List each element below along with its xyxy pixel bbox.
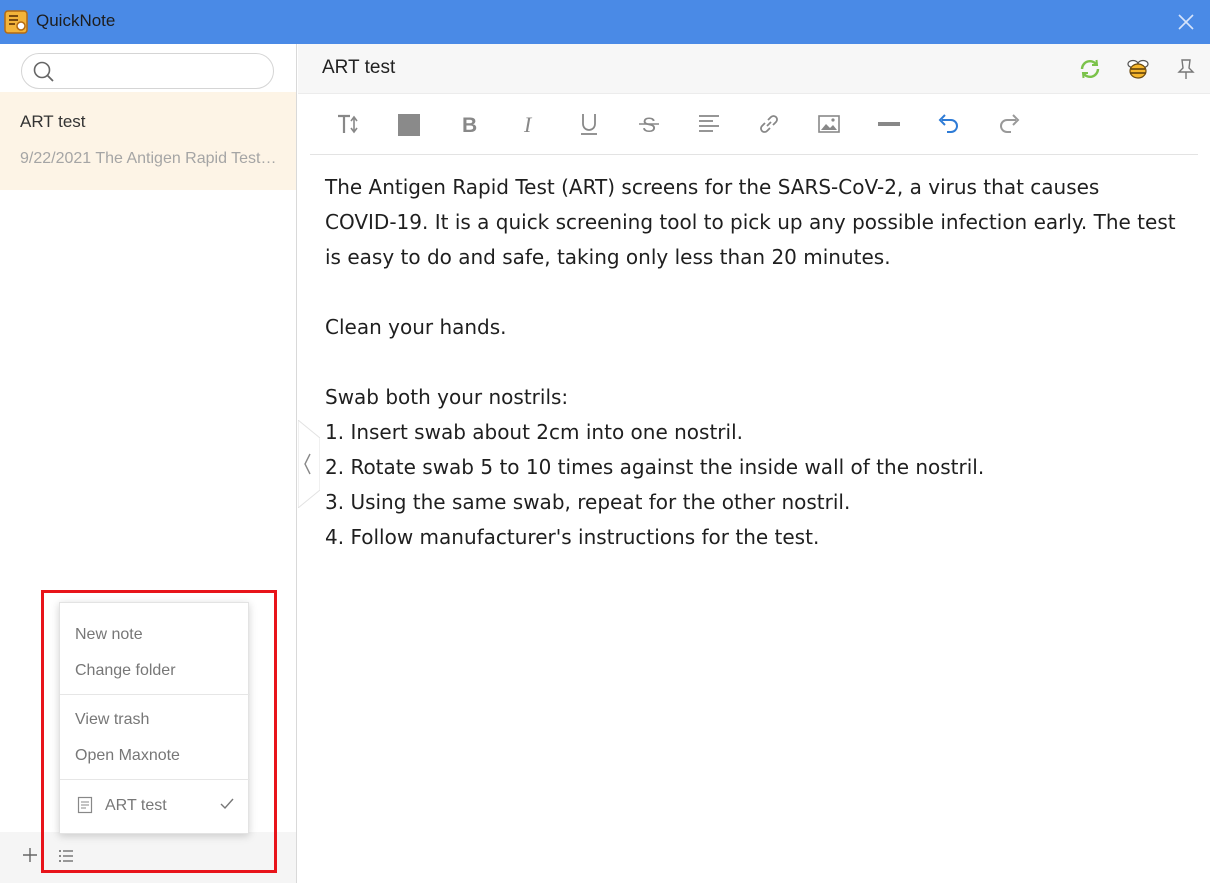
svg-text:I: I [523,112,533,137]
close-icon[interactable] [1176,12,1196,32]
bee-icon[interactable] [1125,56,1151,82]
search-icon [33,61,54,82]
format-toolbar: B I S [310,94,1198,155]
folder-label: ART test [105,797,167,814]
note-header: ART test [298,44,1210,94]
bold-icon[interactable]: B [455,110,483,138]
redo-icon[interactable] [995,110,1023,138]
menu-item-view-trash[interactable]: View trash [60,704,250,736]
menu-item-change-folder[interactable]: Change folder [60,655,250,687]
menu-item-open-maxnote[interactable]: Open Maxnote [60,740,250,772]
italic-icon[interactable]: I [515,110,543,138]
search-box[interactable] [21,53,274,89]
font-size-icon[interactable] [335,110,363,138]
app-title: QuickNote [36,11,116,30]
pin-icon[interactable] [1173,56,1199,82]
text-color-icon[interactable] [395,110,423,138]
svg-text:S: S [642,114,656,137]
editor-blank-line [325,345,1195,380]
menu-divider [60,779,250,780]
search-input[interactable] [62,58,262,84]
editor-line: 4. Follow manufacturer's instructions fo… [325,525,820,549]
list-item[interactable]: ART test 9/22/2021 The Antigen Rapid Tes… [0,92,296,190]
note-item-snippet: 9/22/2021 The Antigen Rapid Test (ART) s… [20,150,280,167]
context-menu: New note Change folder View trash Open M… [59,602,250,834]
editor-line: Clean your hands. [325,315,507,339]
undo-icon[interactable] [935,110,963,138]
page-title: ART test [322,57,396,78]
menu-list-icon[interactable] [57,847,75,865]
editor-line: 2. Rotate swab 5 to 10 times against the… [325,455,985,479]
note-icon [77,796,93,814]
check-icon [220,798,234,810]
collapse-panel-handle[interactable] [298,420,320,508]
menu-item-new-note[interactable]: New note [60,619,250,651]
strikethrough-icon[interactable]: S [635,110,663,138]
editor-line: Swab both your nostrils: [325,385,569,409]
editor-line: The Antigen Rapid Test (ART) screens for… [325,175,1100,199]
link-icon[interactable] [755,110,783,138]
editor-line: 3. Using the same swab, repeat for the o… [325,490,851,514]
menu-divider [60,694,250,695]
title-bar: QuickNote [0,0,1210,44]
svg-text:B: B [462,114,477,137]
note-editor[interactable]: The Antigen Rapid Test (ART) screens for… [325,170,1195,555]
sync-icon[interactable] [1077,56,1103,82]
add-note-icon[interactable] [21,846,39,864]
editor-line: is easy to do and safe, taking only less… [325,245,891,269]
divider-icon[interactable] [875,110,903,138]
quicknote-logo-icon [4,10,28,34]
editor-line: COVID-19. It is a quick screening tool t… [325,210,1176,234]
editor-blank-line [325,275,1195,310]
underline-icon[interactable] [575,110,603,138]
align-icon[interactable] [695,110,723,138]
editor-line: 1. Insert swab about 2cm into one nostri… [325,420,743,444]
note-item-title: ART test [20,112,86,131]
image-icon[interactable] [815,110,843,138]
bottom-toolbar [0,832,296,883]
